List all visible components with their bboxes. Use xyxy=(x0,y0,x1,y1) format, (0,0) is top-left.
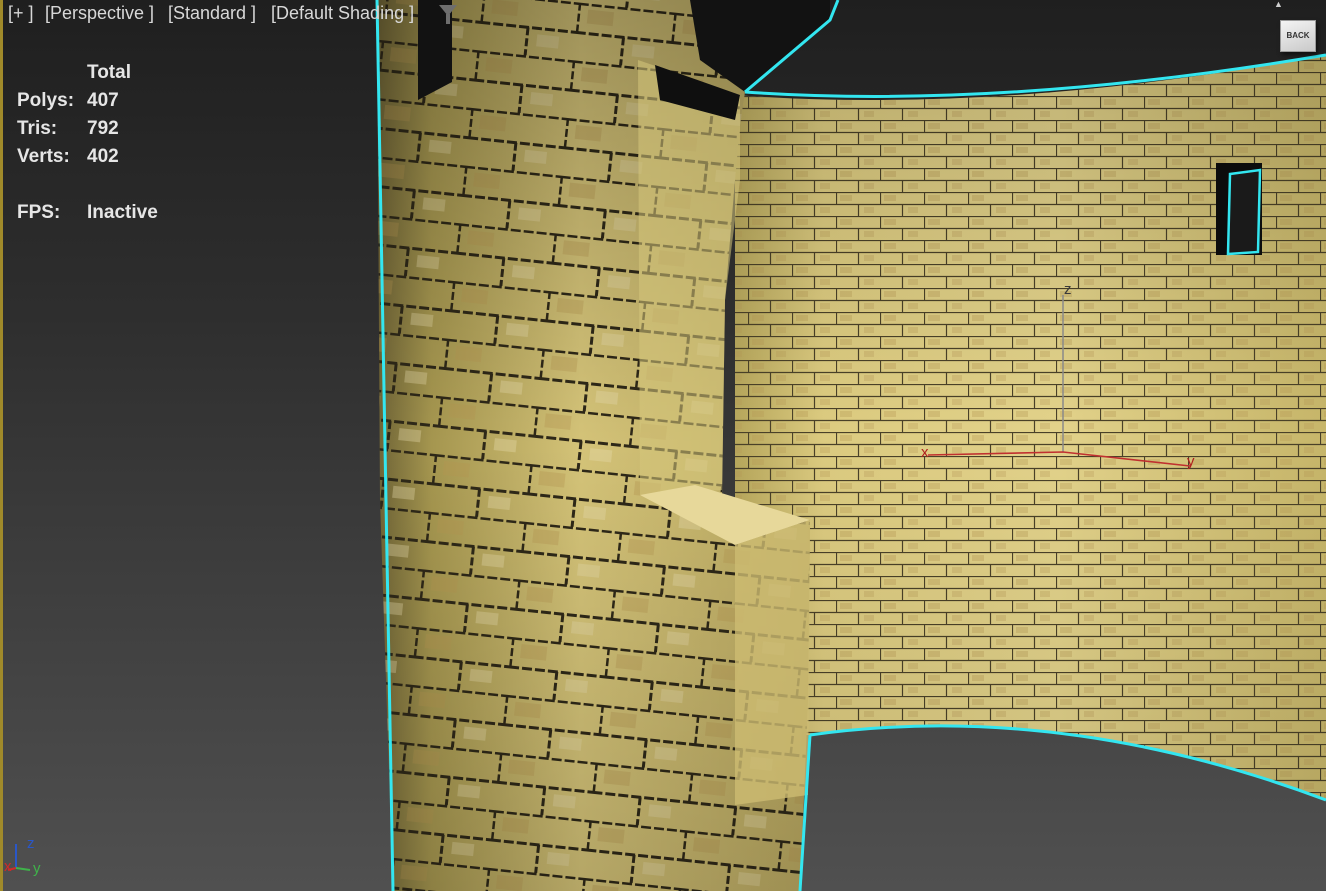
tripod-x-label: x xyxy=(4,858,12,875)
viewport-general-menu[interactable]: [+ ] xyxy=(8,3,34,24)
gizmo-x-label: x xyxy=(921,444,929,461)
funnel-icon[interactable] xyxy=(439,5,457,24)
fps-value: Inactive xyxy=(87,202,158,223)
home-icon[interactable]: ▲ xyxy=(1274,0,1283,9)
viewcube-face-label[interactable]: BACK xyxy=(1286,31,1309,40)
polys-value: 407 xyxy=(87,90,119,111)
gizmo-y-label: y xyxy=(1187,453,1195,470)
perspective-viewport[interactable]: z x y [+ ] [Perspective ] [Standard ] [D… xyxy=(0,0,1326,891)
tris-label: Tris: xyxy=(17,118,58,139)
scene-render[interactable]: z x y xyxy=(0,0,1326,891)
wall-window[interactable] xyxy=(1216,163,1262,256)
verts-value: 402 xyxy=(87,146,119,167)
stats-total-header: Total xyxy=(87,62,131,83)
tripod-z-label: z xyxy=(27,835,35,852)
polys-label: Polys: xyxy=(17,90,75,111)
viewcube[interactable]: BACK xyxy=(1280,20,1316,52)
tris-value: 792 xyxy=(87,118,119,139)
gizmo-z-label: z xyxy=(1064,281,1072,298)
viewport-point-of-view-menu[interactable]: [Perspective ] xyxy=(45,3,154,24)
tripod-y-label: y xyxy=(33,860,41,877)
verts-label: Verts: xyxy=(17,146,70,167)
viewport-visual-style-menu[interactable]: [Standard ] xyxy=(168,3,256,24)
viewport-shading-menu[interactable]: [Default Shading ] xyxy=(271,3,414,24)
fps-label: FPS: xyxy=(17,202,61,223)
world-axis-tripod: z x y xyxy=(4,835,41,877)
active-viewport-border xyxy=(0,0,3,891)
